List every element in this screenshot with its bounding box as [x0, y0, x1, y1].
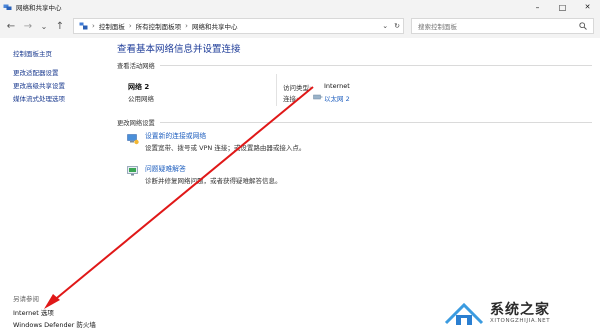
- minimize-button[interactable]: –: [525, 0, 550, 14]
- sidebar-item-internet-options[interactable]: Internet 选项: [13, 307, 54, 317]
- network-divider: [276, 74, 277, 106]
- address-dropdown-icon[interactable]: ⌄: [382, 22, 388, 30]
- troubleshoot-icon: [127, 165, 139, 177]
- control-panel-icon: [79, 22, 88, 30]
- connection-link[interactable]: 以太网 2: [324, 93, 350, 103]
- close-button[interactable]: ✕: [575, 0, 600, 14]
- network-center-icon: [3, 4, 12, 11]
- window-title: 网络和共享中心: [16, 4, 62, 12]
- maximize-button[interactable]: □: [550, 0, 575, 14]
- breadcrumb-network-center[interactable]: 网络和共享中心: [192, 21, 238, 31]
- up-button[interactable]: ↑: [54, 20, 66, 32]
- watermark-url: XITONGZHIJIA.NET: [490, 318, 551, 324]
- see-also-heading: 另请参阅: [13, 295, 39, 303]
- sidebar-item-advanced-sharing[interactable]: 更改高级共享设置: [13, 80, 65, 90]
- sidebar: 控制面板主页 更改适配器设置 更改高级共享设置 媒体流式处理选项 另请参阅 In…: [0, 38, 108, 335]
- access-type-value: Internet: [324, 82, 350, 90]
- section-divider: [160, 122, 592, 123]
- page-title: 查看基本网络信息并设置连接: [117, 44, 241, 55]
- change-settings-label: 更改网络设置: [117, 120, 155, 127]
- troubleshoot-desc: 诊断并修复网络问题，或者获得疑难解答信息。: [145, 177, 282, 185]
- network-name: 网络 2: [128, 83, 150, 91]
- breadcrumb-control-panel[interactable]: 控制面板: [99, 21, 125, 31]
- back-button[interactable]: ←: [5, 20, 17, 32]
- troubleshoot-link[interactable]: 问题疑难解答: [145, 163, 186, 173]
- refresh-icon[interactable]: ↻: [394, 22, 400, 30]
- ethernet-icon: [313, 93, 323, 101]
- setup-connection-link[interactable]: 设置新的连接或网络: [145, 130, 206, 140]
- watermark: 系统之家 XITONGZHIJIA.NET: [442, 299, 592, 329]
- title-bar: 网络和共享中心 – □ ✕: [0, 0, 600, 14]
- breadcrumb-separator[interactable]: ›: [129, 22, 132, 30]
- watermark-logo-icon: [442, 301, 486, 327]
- setup-connection-desc: 设置宽带、拨号或 VPN 连接；或设置路由器或接入点。: [145, 144, 306, 152]
- sidebar-item-home[interactable]: 控制面板主页: [13, 48, 52, 58]
- sidebar-item-adapter-settings[interactable]: 更改适配器设置: [13, 67, 59, 77]
- history-dropdown-button[interactable]: ⌄: [38, 20, 50, 32]
- forward-button[interactable]: →: [22, 20, 34, 32]
- address-bar[interactable]: › 控制面板 › 所有控制面板项 › 网络和共享中心 ⌄ ↻: [73, 18, 404, 34]
- breadcrumb-separator: ›: [92, 22, 95, 30]
- navigation-bar: ← → ⌄ ↑ › 控制面板 › 所有控制面板项 › 网络和共享中心 ⌄ ↻ 搜…: [0, 14, 600, 38]
- search-input[interactable]: 搜索控制面板: [418, 21, 579, 31]
- active-networks-label: 查看活动网络: [117, 63, 155, 70]
- search-box[interactable]: 搜索控制面板: [411, 18, 594, 34]
- watermark-title: 系统之家: [490, 302, 550, 318]
- main-content: 查看基本网络信息并设置连接 查看活动网络 网络 2 公用网络 访问类型: Int…: [108, 38, 600, 335]
- sidebar-item-media-streaming[interactable]: 媒体流式处理选项: [13, 93, 65, 103]
- breadcrumb-all-items[interactable]: 所有控制面板项: [136, 21, 182, 31]
- section-divider: [160, 65, 592, 66]
- new-connection-icon: [127, 133, 139, 145]
- connections-label: 连接:: [283, 95, 299, 103]
- breadcrumb-separator[interactable]: ›: [185, 22, 188, 30]
- access-type-label: 访问类型:: [283, 84, 312, 92]
- network-type: 公用网络: [128, 95, 154, 103]
- search-icon[interactable]: [579, 22, 587, 30]
- sidebar-item-defender-firewall[interactable]: Windows Defender 防火墙: [13, 319, 96, 329]
